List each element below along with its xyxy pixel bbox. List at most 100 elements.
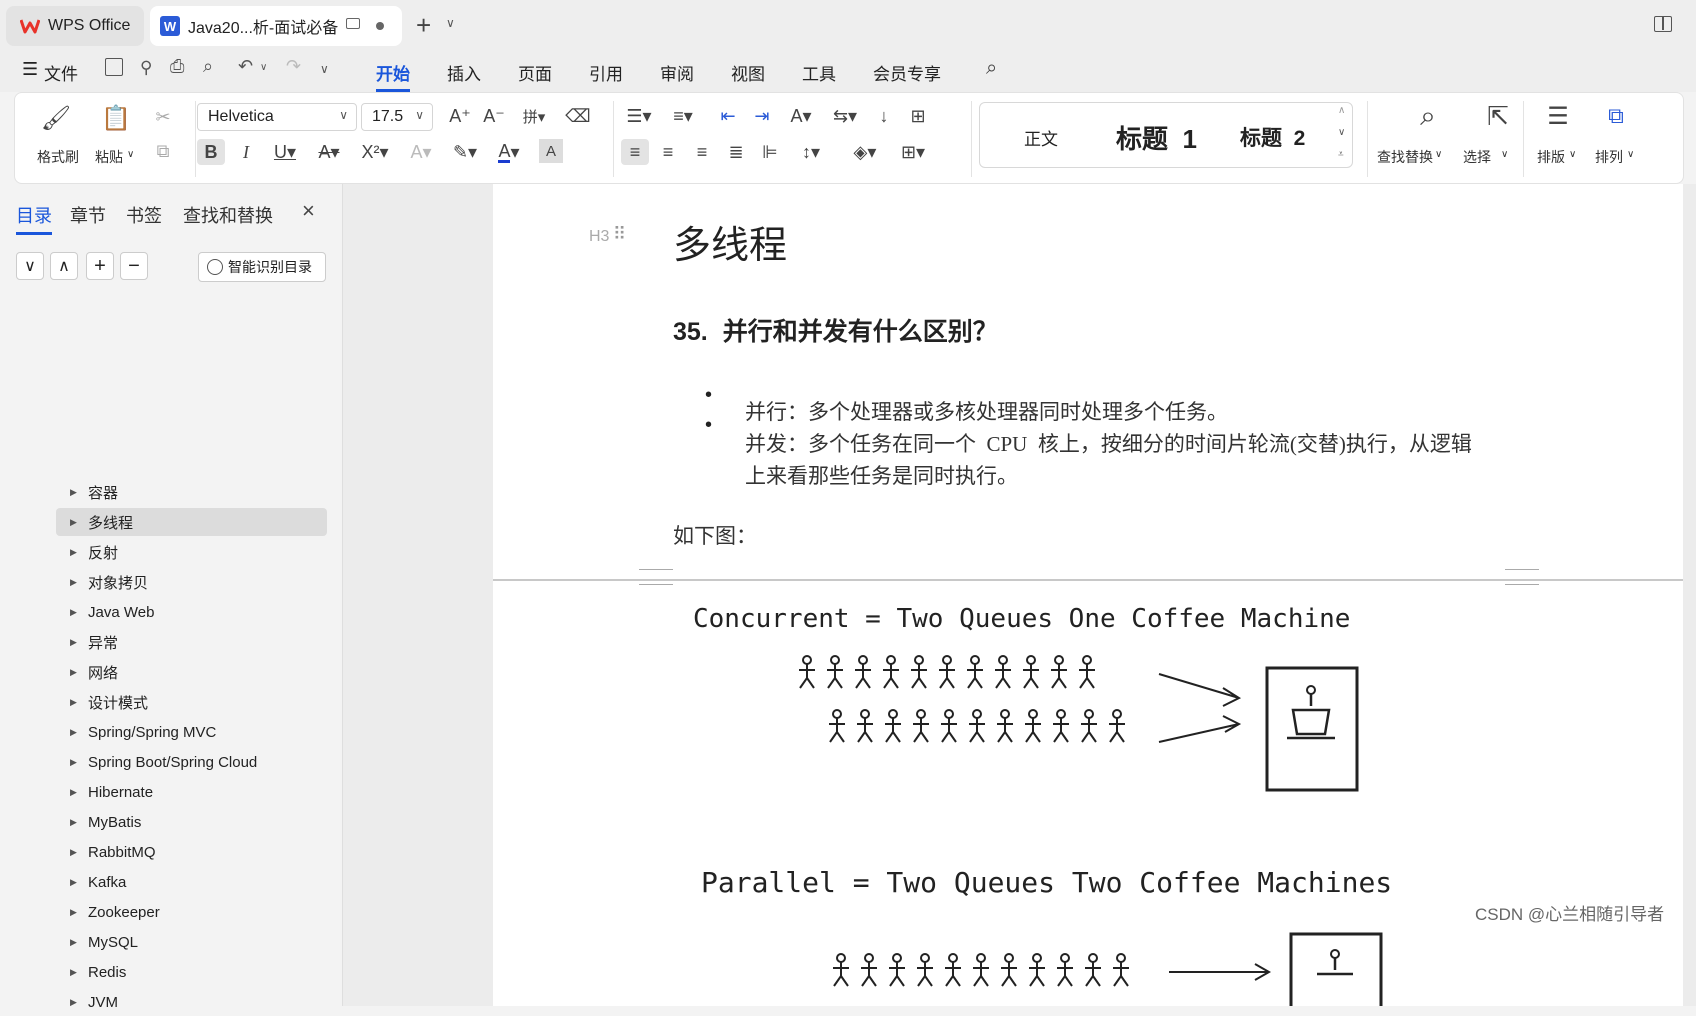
format-painter-icon[interactable]: 🖌: [41, 103, 71, 133]
bold-icon[interactable]: B: [197, 139, 225, 165]
expand-triangle-icon[interactable]: ▶: [70, 607, 77, 618]
menu-home[interactable]: 开始: [376, 60, 410, 92]
tab-wps-office[interactable]: WPS Office: [6, 6, 144, 46]
link-icon[interactable]: ⚲: [140, 58, 152, 78]
expand-triangle-icon[interactable]: ▶: [70, 517, 77, 528]
paste-dropdown-icon[interactable]: ∨: [127, 149, 134, 160]
toc-item[interactable]: ▶ 多线程: [56, 508, 327, 536]
expand-triangle-icon[interactable]: ▶: [70, 727, 77, 738]
more-dropdown-icon[interactable]: ∨: [320, 62, 329, 76]
drag-handle-icon[interactable]: ⠿: [613, 224, 626, 245]
undo-dropdown-icon[interactable]: ∨: [260, 62, 267, 73]
styles-scroll-up-icon[interactable]: ∧: [1338, 105, 1345, 116]
arrange-icon[interactable]: ⧉: [1601, 101, 1631, 131]
save-icon[interactable]: [105, 58, 123, 76]
expand-triangle-icon[interactable]: ▶: [70, 757, 77, 768]
distribute-icon[interactable]: ⊫: [757, 139, 783, 165]
expand-triangle-icon[interactable]: ▶: [70, 547, 77, 558]
find-replace-label[interactable]: 查找替换: [1377, 147, 1433, 167]
expand-triangle-icon[interactable]: ▶: [70, 847, 77, 858]
smart-toc-button[interactable]: 智能识别目录: [198, 252, 326, 282]
collapse-all-button[interactable]: ∧: [50, 252, 78, 280]
format-painter-label[interactable]: 格式刷: [37, 147, 79, 167]
show-marks-icon[interactable]: ⊞: [905, 103, 931, 129]
toc-item[interactable]: ▶ 异常: [56, 628, 327, 656]
toc-item[interactable]: ▶ Kafka: [56, 868, 327, 896]
hamburger-icon[interactable]: ☰: [22, 59, 38, 80]
print-preview-icon[interactable]: ⌕: [203, 56, 213, 77]
expand-all-button[interactable]: ∨: [16, 252, 44, 280]
sidebar-tab-bookmarks[interactable]: 书签: [126, 202, 162, 228]
text-effect-icon[interactable]: A▾: [403, 139, 439, 165]
select-label[interactable]: 选择: [1463, 147, 1491, 167]
expand-triangle-icon[interactable]: ▶: [70, 637, 77, 648]
add-heading-button[interactable]: +: [86, 252, 114, 280]
remove-heading-button[interactable]: −: [120, 252, 148, 280]
layout-label[interactable]: 排版: [1537, 147, 1565, 167]
layout-toggle-icon[interactable]: [1654, 16, 1672, 32]
new-tab-icon[interactable]: +: [416, 10, 431, 41]
undo-icon[interactable]: ↶: [238, 56, 253, 77]
text-direction-icon[interactable]: A▾: [783, 103, 819, 129]
select-cursor-icon[interactable]: ⇱: [1481, 99, 1515, 133]
increase-indent-icon[interactable]: ⇥: [749, 103, 775, 129]
close-icon[interactable]: ×: [302, 198, 315, 224]
toc-item[interactable]: ▶ MyBatis: [56, 808, 327, 836]
expand-triangle-icon[interactable]: ▶: [70, 667, 77, 678]
arrange-label[interactable]: 排列: [1595, 147, 1623, 167]
expand-triangle-icon[interactable]: ▶: [70, 697, 77, 708]
paste-label[interactable]: 粘贴: [95, 147, 123, 167]
shading-icon[interactable]: ◈▾: [845, 139, 885, 165]
chevron-down-icon[interactable]: ∨: [446, 16, 455, 30]
print-icon[interactable]: ⎙: [170, 56, 184, 77]
toc-item[interactable]: ▶ Spring Boot/Spring Cloud: [56, 748, 327, 776]
sidebar-tab-sections[interactable]: 章节: [70, 202, 106, 228]
style-heading-1[interactable]: 标题 1: [1116, 119, 1197, 156]
menu-references[interactable]: 引用: [589, 60, 623, 85]
strikethrough-icon[interactable]: A▾: [311, 139, 347, 165]
expand-triangle-icon[interactable]: ▶: [70, 487, 77, 498]
style-heading-2[interactable]: 标题 2: [1240, 122, 1305, 152]
menu-view[interactable]: 视图: [731, 60, 765, 85]
toc-item[interactable]: ▶ Redis: [56, 958, 327, 986]
expand-triangle-icon[interactable]: ▶: [70, 907, 77, 918]
font-size-select[interactable]: 17.5 ∨: [361, 103, 433, 131]
font-color-icon[interactable]: A ▾: [491, 139, 527, 165]
expand-triangle-icon[interactable]: ▶: [70, 877, 77, 888]
toc-item[interactable]: ▶ JVM: [56, 988, 327, 1016]
menu-file[interactable]: 文件: [44, 60, 78, 85]
redo-icon[interactable]: ↷: [286, 56, 301, 77]
select-dropdown-icon[interactable]: ∨: [1501, 149, 1508, 160]
expand-triangle-icon[interactable]: ▶: [70, 787, 77, 798]
cut-icon[interactable]: ✂: [151, 105, 175, 129]
align-center-icon[interactable]: ≡: [655, 139, 681, 165]
toc-item[interactable]: ▶ 设计模式: [56, 688, 327, 716]
toc-item[interactable]: ▶ Java Web: [56, 598, 327, 626]
clear-format-icon[interactable]: ⌫: [565, 103, 591, 129]
toc-item[interactable]: ▶ 容器: [56, 478, 327, 506]
highlight-icon[interactable]: ✎▾: [447, 139, 483, 165]
justify-icon[interactable]: ≣: [723, 139, 749, 165]
toc-item[interactable]: ▶ Zookeeper: [56, 898, 327, 926]
sidebar-tab-find-replace[interactable]: 查找和替换: [183, 202, 273, 228]
phonetic-icon[interactable]: 拼▾: [517, 103, 551, 129]
arrange-dropdown-icon[interactable]: ∨: [1627, 149, 1634, 160]
layout-dropdown-icon[interactable]: ∨: [1569, 149, 1576, 160]
toc-item[interactable]: ▶ 对象拷贝: [56, 568, 327, 596]
align-right-icon[interactable]: ≡: [689, 139, 715, 165]
find-replace-icon[interactable]: ⌕: [1411, 99, 1445, 133]
menu-insert[interactable]: 插入: [447, 60, 481, 85]
expand-triangle-icon[interactable]: ▶: [70, 937, 77, 948]
decrease-indent-icon[interactable]: ⇤: [715, 103, 741, 129]
superscript-icon[interactable]: X²▾: [355, 139, 395, 165]
italic-icon[interactable]: I: [233, 139, 259, 165]
align-left-icon[interactable]: ≡: [621, 139, 649, 165]
layout-icon[interactable]: ☰: [1543, 101, 1573, 131]
expand-triangle-icon[interactable]: ▶: [70, 967, 77, 978]
shrink-font-icon[interactable]: A⁻: [481, 103, 507, 129]
char-shading-icon[interactable]: A: [539, 139, 563, 163]
sort-direction-icon[interactable]: ⇆▾: [827, 103, 863, 129]
numbered-list-icon[interactable]: ≡▾: [665, 103, 701, 129]
line-spacing-icon[interactable]: ↕▾: [791, 139, 831, 165]
underline-icon[interactable]: U▾: [267, 139, 303, 165]
